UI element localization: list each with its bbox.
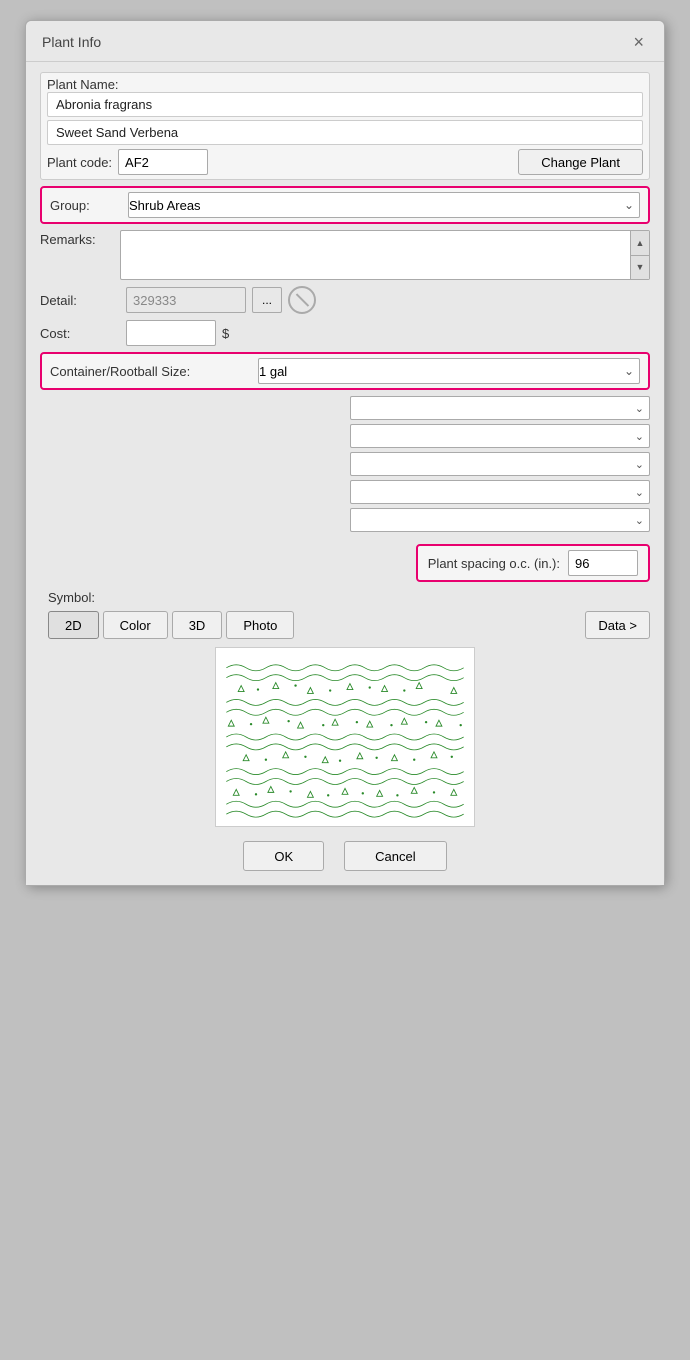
container-label: Container/Rootball Size: [50, 364, 250, 379]
extra-dropdown-1[interactable] [350, 396, 650, 420]
plant-name-label: Plant Name: [47, 77, 643, 92]
group-label: Group: [50, 198, 120, 213]
extra-dropdown-2[interactable] [350, 424, 650, 448]
symbol-label: Symbol: [48, 590, 650, 605]
group-section: Group: Shrub Areas Trees Ground Cover An… [40, 186, 650, 224]
extra-dropdown-4-row: ⌄ [40, 480, 650, 504]
cost-input[interactable] [126, 320, 216, 346]
symbol-2d-button[interactable]: 2D [48, 611, 99, 639]
group-select-wrapper: Shrub Areas Trees Ground Cover Annuals P… [128, 192, 640, 218]
container-select-wrapper: 1 gal 5 gal 15 gal 24" box 36" box ⌄ [258, 358, 640, 384]
spacing-highlight: Plant spacing o.c. (in.): [416, 544, 650, 582]
dialog-title: Plant Info [42, 34, 101, 50]
plant-info-dialog: Plant Info × Plant Name: Abronia fragran… [25, 20, 665, 886]
symbol-color-button[interactable]: Color [103, 611, 168, 639]
symbol-svg [216, 648, 474, 826]
cost-label: Cost: [40, 326, 120, 341]
plant-name-line2: Sweet Sand Verbena [47, 120, 643, 145]
data-button[interactable]: Data > [585, 611, 650, 639]
symbol-3d-button[interactable]: 3D [172, 611, 223, 639]
currency-symbol: $ [222, 326, 229, 341]
remarks-scrollbar: ▲ ▼ [631, 230, 650, 280]
symbol-photo-button[interactable]: Photo [226, 611, 294, 639]
detail-ellipsis-button[interactable]: ... [252, 287, 282, 313]
change-plant-button[interactable]: Change Plant [518, 149, 643, 175]
symbol-preview [215, 647, 475, 827]
detail-label: Detail: [40, 293, 120, 308]
plant-code-label: Plant code: [47, 155, 112, 170]
extra-dropdown-3[interactable] [350, 452, 650, 476]
spacing-section: Plant spacing o.c. (in.): [40, 544, 650, 582]
ok-button[interactable]: OK [243, 841, 324, 871]
no-symbol-icon [288, 286, 316, 314]
remarks-textarea-wrapper: ▲ ▼ [120, 230, 650, 280]
group-select[interactable]: Shrub Areas Trees Ground Cover Annuals P… [128, 192, 640, 218]
container-row: Container/Rootball Size: 1 gal 5 gal 15 … [50, 358, 640, 384]
scroll-up-button[interactable]: ▲ [631, 231, 649, 256]
detail-section: Detail: ... [40, 286, 650, 314]
extra-dropdown-2-wrapper: ⌄ [350, 424, 650, 448]
group-row: Group: Shrub Areas Trees Ground Cover An… [50, 192, 640, 218]
plant-name-line1: Abronia fragrans [47, 92, 643, 117]
close-button[interactable]: × [629, 31, 648, 53]
dialog-header: Plant Info × [26, 21, 664, 62]
dialog-body: Plant Name: Abronia fragrans Sweet Sand … [26, 62, 664, 885]
remarks-label: Remarks: [40, 230, 120, 247]
remarks-section: Remarks: ▲ ▼ [40, 230, 650, 280]
extra-dropdown-1-wrapper: ⌄ [350, 396, 650, 420]
extra-dropdown-1-row: ⌄ [40, 396, 650, 420]
footer-buttons: OK Cancel [40, 841, 650, 871]
extra-dropdown-3-row: ⌄ [40, 452, 650, 476]
spacing-label: Plant spacing o.c. (in.): [428, 556, 560, 571]
cancel-button[interactable]: Cancel [344, 841, 446, 871]
symbol-section: Symbol: 2D Color 3D Photo Data > [40, 590, 650, 827]
extra-dropdown-5-row: ⌄ [40, 508, 650, 532]
container-section: Container/Rootball Size: 1 gal 5 gal 15 … [40, 352, 650, 390]
plant-code-row: Plant code: Change Plant [47, 149, 643, 175]
spacing-input[interactable] [568, 550, 638, 576]
extra-dropdown-3-wrapper: ⌄ [350, 452, 650, 476]
extra-dropdown-4-wrapper: ⌄ [350, 480, 650, 504]
plant-name-section: Plant Name: Abronia fragrans Sweet Sand … [40, 72, 650, 180]
symbol-buttons-row: 2D Color 3D Photo Data > [48, 611, 650, 639]
extra-dropdown-5-wrapper: ⌄ [350, 508, 650, 532]
extra-dropdown-2-row: ⌄ [40, 424, 650, 448]
detail-input[interactable] [126, 287, 246, 313]
extra-dropdown-5[interactable] [350, 508, 650, 532]
extra-dropdown-4[interactable] [350, 480, 650, 504]
cost-section: Cost: $ [40, 320, 650, 346]
plant-code-input[interactable] [118, 149, 208, 175]
remarks-textarea[interactable] [120, 230, 631, 280]
container-select[interactable]: 1 gal 5 gal 15 gal 24" box 36" box [258, 358, 640, 384]
scroll-down-button[interactable]: ▼ [631, 256, 649, 280]
